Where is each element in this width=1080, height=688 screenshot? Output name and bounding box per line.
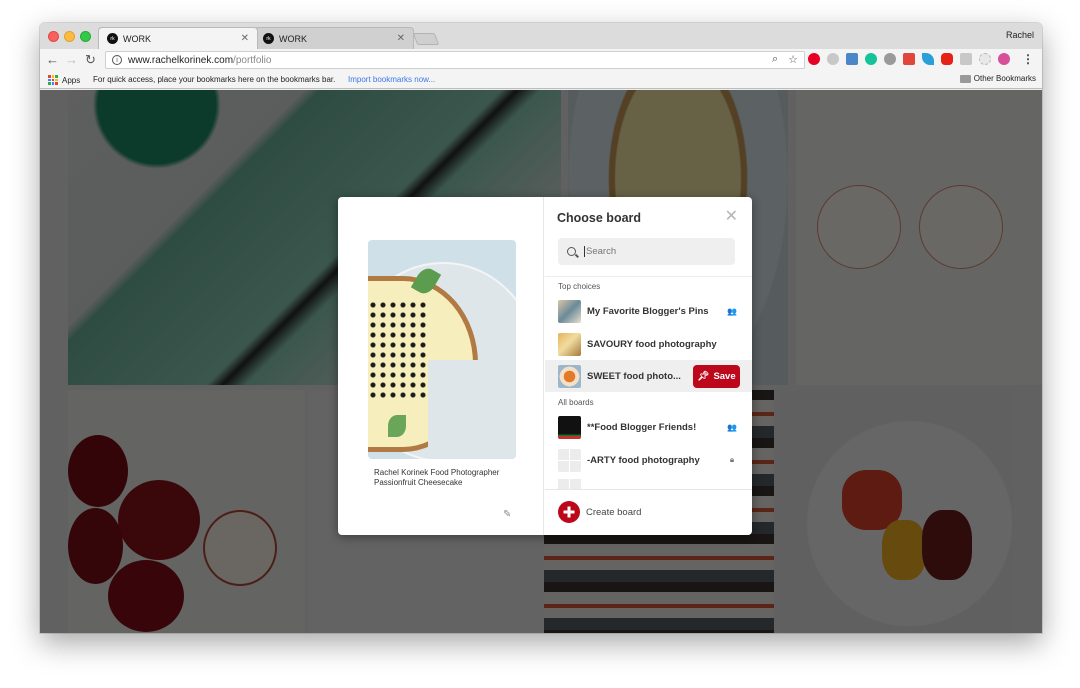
board-row[interactable]: -ARTY food photography 🔒︎	[545, 444, 752, 476]
board-row[interactable]: SWEET food photo... 📌︎ Save	[545, 360, 752, 392]
lock-icon: 🔒︎	[729, 455, 735, 464]
board-thumbnail-empty	[558, 448, 581, 472]
save-button[interactable]: 📌︎ Save	[693, 364, 740, 388]
folder-icon	[959, 74, 971, 83]
board-thumbnail	[558, 299, 581, 323]
board-name: -ARTY food photography	[587, 454, 700, 466]
info-icon[interactable]: i	[112, 55, 122, 65]
facebook-icon[interactable]	[960, 53, 972, 65]
pin-icon: 📌︎	[697, 370, 710, 382]
board-name: **Food Blogger Friends!	[587, 421, 697, 433]
tab-bar: rk WORK ✕ rk WORK ✕ Rachel	[40, 23, 1042, 49]
divider	[545, 489, 752, 490]
board-picker: Choose board ✕ Top choices My Favorite B…	[545, 197, 752, 535]
pin-description-line-2: Passionfruit Cheesecake	[374, 478, 463, 487]
all-boards-label: All boards	[558, 398, 594, 407]
back-arrow-icon[interactable]: ←	[46, 52, 59, 68]
pinterest-icon[interactable]	[808, 53, 820, 65]
code-extension-icon[interactable]	[846, 53, 858, 65]
create-board-label: Create board	[586, 506, 642, 518]
address-bar[interactable]: i www.rachelkorinek.com /portfolio ⌕ ☆	[105, 51, 805, 69]
site-favicon-icon: rk	[107, 33, 118, 44]
top-choices-label: Top choices	[558, 282, 601, 291]
url-path: /portfolio	[233, 54, 272, 66]
save-pin-dialog: Rachel Korinek Food Photographer Passion…	[338, 197, 752, 535]
search-icon[interactable]: ⌕	[772, 53, 778, 66]
board-name: SAVOURY food photography	[587, 338, 717, 350]
import-bookmarks-link[interactable]: Import bookmarks now...	[348, 75, 435, 84]
chrome-menu-icon[interactable]: ⋮	[1022, 52, 1034, 66]
bookmark-star-icon[interactable]: ☆	[788, 53, 798, 66]
close-tab-icon[interactable]: ✕	[397, 33, 405, 44]
extensions-row	[808, 53, 1010, 65]
edit-pencil-icon[interactable]: ✎	[503, 509, 511, 520]
close-window-button[interactable]	[48, 31, 59, 42]
divider	[545, 276, 752, 277]
new-tab-button[interactable]	[412, 33, 440, 45]
blue-bird-icon[interactable]	[922, 53, 934, 65]
other-bookmarks-label: Other Bookmarks	[973, 74, 1036, 83]
gray-circle-icon[interactable]	[884, 53, 896, 65]
board-thumbnail	[558, 415, 581, 439]
red-box-icon[interactable]	[903, 53, 915, 65]
bookmarks-hint: For quick access, place your bookmarks h…	[93, 75, 336, 84]
reload-icon[interactable]: ↻	[85, 52, 96, 68]
pin-preview-pane: Rachel Korinek Food Photographer Passion…	[338, 197, 544, 535]
minimize-window-button[interactable]	[64, 31, 75, 42]
board-row[interactable]: SAVOURY food photography	[545, 328, 752, 360]
create-board-button[interactable]: Create board	[558, 501, 641, 523]
close-tab-icon[interactable]: ✕	[241, 33, 249, 44]
pin-image	[368, 240, 516, 459]
site-favicon-icon: rk	[263, 33, 274, 44]
tab-work-1[interactable]: rk WORK ✕	[98, 27, 258, 49]
portfolio-page: Rachel Korinek Food Photographer Passion…	[40, 90, 1042, 633]
loading-icon[interactable]	[979, 53, 991, 65]
apps-label: Apps	[62, 75, 81, 85]
group-icon: 👥	[727, 422, 737, 432]
youtube-icon[interactable]	[941, 53, 953, 65]
tab-title: WORK	[279, 33, 307, 44]
apps-grid-icon	[48, 75, 58, 85]
board-search[interactable]	[558, 238, 735, 265]
board-search-input[interactable]	[584, 246, 724, 257]
apps-button[interactable]: Apps	[48, 75, 80, 85]
search-icon	[567, 247, 576, 256]
browser-toolbar: ← → ↻ i www.rachelkorinek.com /portfolio…	[40, 49, 1042, 71]
save-label: Save	[713, 370, 736, 382]
pin-description-line-1: Rachel Korinek Food Photographer	[374, 468, 500, 477]
group-icon: 👥	[727, 306, 737, 316]
browser-window: rk WORK ✕ rk WORK ✕ Rachel ← → ↻ i www.r…	[40, 23, 1042, 633]
board-picker-title: Choose board	[557, 211, 642, 225]
forward-arrow-icon[interactable]: →	[65, 52, 78, 68]
instagram-icon[interactable]	[998, 53, 1010, 65]
bookmarks-bar: Apps For quick access, place your bookma…	[40, 71, 1042, 89]
board-thumbnail	[558, 332, 581, 356]
url-host: www.rachelkorinek.com	[128, 54, 234, 66]
cloud-icon[interactable]	[827, 53, 839, 65]
zoom-window-button[interactable]	[80, 31, 91, 42]
board-row[interactable]: My Favorite Blogger's Pins 👥	[545, 295, 752, 327]
close-icon[interactable]: ✕	[725, 209, 738, 225]
board-thumbnail	[558, 364, 581, 388]
board-row[interactable]: **Food Blogger Friends! 👥	[545, 411, 752, 443]
tab-title: WORK	[123, 33, 151, 44]
tab-work-2[interactable]: rk WORK ✕	[254, 27, 414, 49]
profile-button[interactable]: Rachel	[1006, 30, 1034, 40]
grammarly-icon[interactable]	[865, 53, 877, 65]
board-row-partial	[558, 479, 581, 489]
plus-icon	[558, 501, 580, 523]
other-bookmarks-button[interactable]: Other Bookmarks	[959, 74, 1036, 83]
board-name: My Favorite Blogger's Pins	[587, 305, 709, 317]
pin-description: Rachel Korinek Food Photographer Passion…	[374, 468, 524, 488]
